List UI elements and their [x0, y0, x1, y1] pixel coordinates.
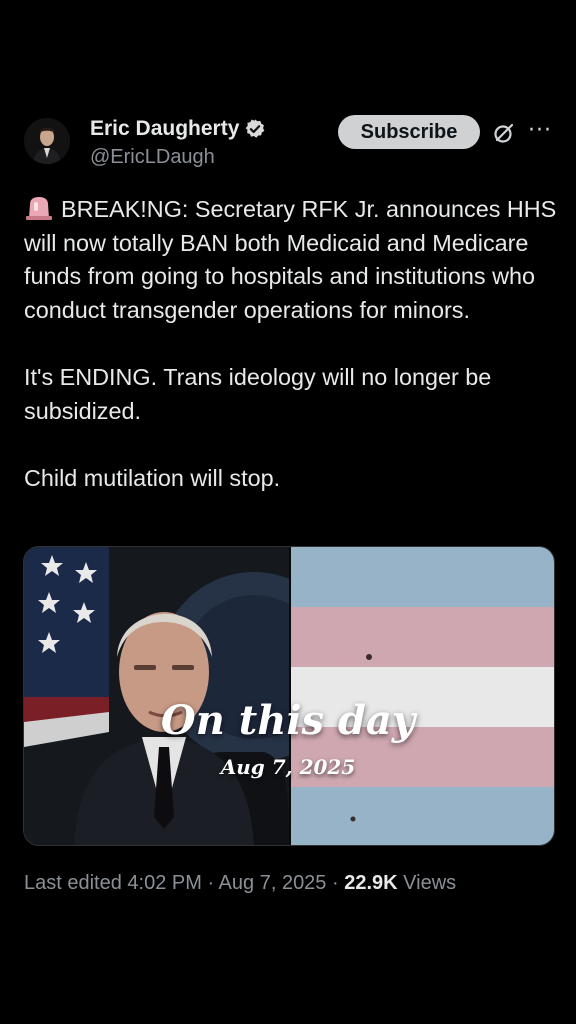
post-body: BREAK!NG: Secretary RFK Jr. announces HH…	[24, 193, 559, 495]
author-name-row[interactable]: Eric Daugherty	[90, 117, 266, 141]
portrait-photo	[24, 547, 349, 845]
views-count: 22.9K	[344, 872, 398, 894]
grok-icon[interactable]	[492, 121, 516, 145]
author-handle[interactable]: @EricLDaugh	[90, 146, 215, 169]
post-paragraph-2: It's ENDING. Trans ideology will no long…	[24, 363, 492, 424]
post-media[interactable]	[23, 546, 555, 846]
verified-badge-icon	[246, 119, 265, 138]
siren-icon	[26, 197, 52, 220]
post-timestamp[interactable]: Last edited 4:02 PM · Aug 7, 2025 ·	[24, 872, 344, 894]
post-paragraph-3: Child mutilation will stop.	[24, 464, 281, 491]
overlay-title: On this day	[160, 697, 416, 744]
views-label: Views	[397, 872, 457, 894]
post-meta: Last edited 4:02 PM · Aug 7, 2025 · 22.9…	[24, 872, 456, 895]
author-avatar[interactable]	[24, 118, 70, 164]
avatar-portrait	[24, 118, 70, 164]
subscribe-button[interactable]: Subscribe	[338, 115, 480, 149]
flag-photo	[291, 547, 554, 845]
portrait-photo-image	[24, 547, 349, 845]
overlay-date: Aug 7, 2025	[220, 755, 356, 779]
flag-photo-image	[291, 547, 554, 845]
author-name[interactable]: Eric Daugherty	[90, 117, 239, 141]
post-paragraph-1-text: BREAK!NG: Secretary RFK Jr. announces HH…	[24, 196, 557, 323]
more-options-icon[interactable]: ···	[528, 118, 552, 143]
post-paragraph-1: BREAK!NG: Secretary RFK Jr. announces HH…	[24, 193, 559, 327]
